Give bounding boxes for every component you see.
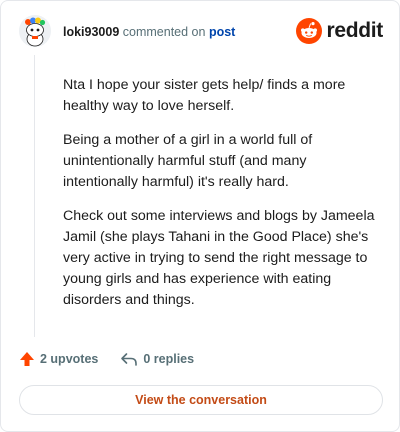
view-conversation-button[interactable]: View the conversation [19, 385, 383, 415]
reply-arrow-icon [121, 353, 138, 366]
comment-body: Nta I hope your sister gets help/ finds … [63, 75, 381, 324]
reddit-logo-icon [296, 18, 323, 44]
replies-count: 0 replies [143, 352, 195, 366]
reddit-wordmark: reddit [326, 19, 383, 42]
post-link[interactable]: post [209, 25, 235, 39]
reddit-logo[interactable]: reddit [296, 18, 383, 44]
comment-action-text: commented on [122, 25, 206, 39]
comment-paragraph: Nta I hope your sister gets help/ finds … [63, 77, 346, 114]
upvotes-count: 2 upvotes [40, 352, 99, 366]
embedded-comment-card: loki93009 commented on post reddit Nta I… [0, 0, 400, 432]
username-link[interactable]: loki93009 [63, 25, 119, 39]
comment-paragraph: Check out some interviews and blogs by J… [63, 208, 375, 308]
upvote-arrow-icon [20, 352, 34, 366]
snoo-avatar-icon[interactable] [19, 15, 51, 47]
replies-stat[interactable]: 0 replies [120, 351, 194, 367]
comment-paragraph: Being a mother of a girl in a world full… [63, 132, 313, 190]
comment-header: loki93009 commented on post reddit [19, 15, 383, 53]
comment-footer: 2 upvotes 0 replies [19, 347, 194, 371]
upvotes-stat[interactable]: 2 upvotes [19, 351, 98, 367]
thread-line [34, 55, 35, 337]
comment-meta: loki93009 commented on post [63, 25, 235, 39]
